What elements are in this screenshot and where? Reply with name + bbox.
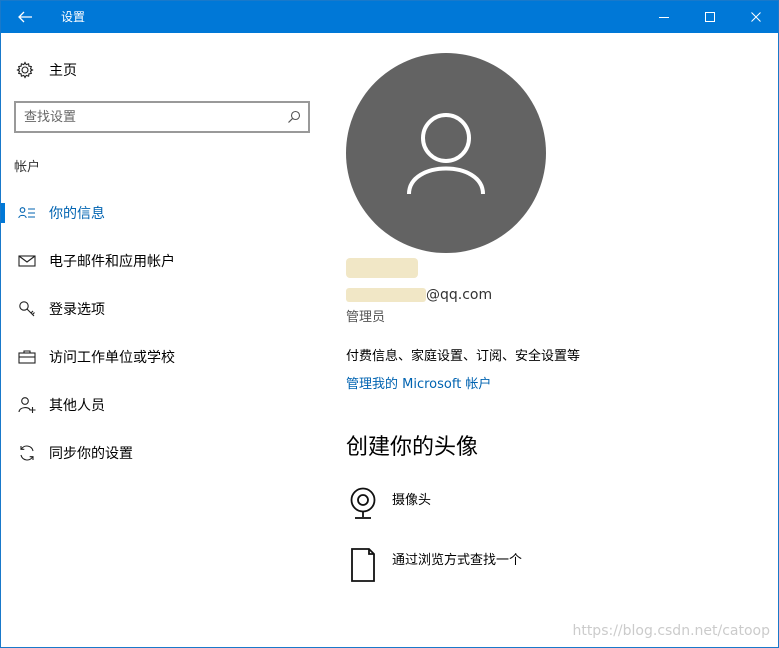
sync-icon [17,443,37,463]
person-icon [407,113,485,195]
watermark: https://blog.csdn.net/catoop [572,623,770,639]
sidebar-item-your-info[interactable]: 你的信息 [1,189,326,237]
redacted-email-prefix [346,288,426,302]
sidebar-item-label: 登录选项 [49,302,105,318]
sidebar-item-other-people[interactable]: 其他人员 [1,381,326,429]
title-bar: 设置 [1,1,778,33]
sidebar-item-sync-settings[interactable]: 同步你的设置 [1,429,326,477]
avatar [346,53,546,253]
create-avatar-heading: 创建你的头像 [346,435,479,460]
window-title: 设置 [61,10,86,24]
email-row: @qq.com [346,285,492,305]
close-icon [751,12,761,22]
email-suffix: @qq.com [426,287,493,303]
sidebar-item-label: 你的信息 [49,206,105,222]
maximize-icon [705,12,715,22]
camera-option[interactable]: 摄像头 [346,487,431,531]
accounts-section-label: 帐户 [14,160,41,175]
browse-option[interactable]: 通过浏览方式查找一个 [346,547,522,591]
sidebar-item-sign-in-options[interactable]: 登录选项 [1,285,326,333]
webcam-icon [346,487,380,527]
minimize-button[interactable] [641,1,687,33]
account-role: 管理员 [346,310,386,325]
search-input[interactable] [24,107,274,127]
main-content: @qq.com 管理员 付费信息、家庭设置、订阅、安全设置等 管理我的 Micr… [326,33,778,647]
home-label: 主页 [49,63,77,79]
sidebar-item-label: 电子邮件和应用帐户 [49,254,175,270]
add-person-icon [17,395,37,415]
redacted-user-name [346,258,418,278]
minimize-icon [659,17,669,18]
user-info-icon [17,203,37,223]
document-icon [346,547,380,587]
sidebar-item-email-accounts[interactable]: 电子邮件和应用帐户 [1,237,326,285]
mail-icon [17,251,37,271]
sidebar-item-label: 其他人员 [49,398,105,414]
browse-option-label: 通过浏览方式查找一个 [392,553,523,568]
gear-icon [15,60,35,80]
search-box[interactable] [14,101,310,133]
camera-option-label: 摄像头 [392,493,432,508]
accounts-nav-list: 你的信息 电子邮件和应用帐户 登录选项 访问工作单位或学校 其他人员 同步你的设… [1,189,326,477]
sidebar: 主页 帐户 你的 [1,33,326,647]
billing-info-text: 付费信息、家庭设置、订阅、安全设置等 [346,349,581,364]
search-icon[interactable] [286,109,302,125]
sidebar-item-work-school[interactable]: 访问工作单位或学校 [1,333,326,381]
maximize-button[interactable] [687,1,733,33]
sidebar-item-label: 同步你的设置 [49,446,133,462]
back-button[interactable] [1,1,49,33]
settings-window: 设置 主页 查找设置 帐户 你的信息 电子邮件和应用帐户 登录选项 访问工作单位… [0,0,779,648]
manage-microsoft-account-link[interactable]: 管理我的 Microsoft 帐户 [346,373,491,392]
briefcase-icon [17,347,37,367]
home-nav-item[interactable]: 主页 [15,59,77,81]
close-button[interactable] [733,1,779,33]
back-arrow-icon [18,11,32,23]
key-icon [17,299,37,319]
sidebar-item-label: 访问工作单位或学校 [49,350,175,366]
